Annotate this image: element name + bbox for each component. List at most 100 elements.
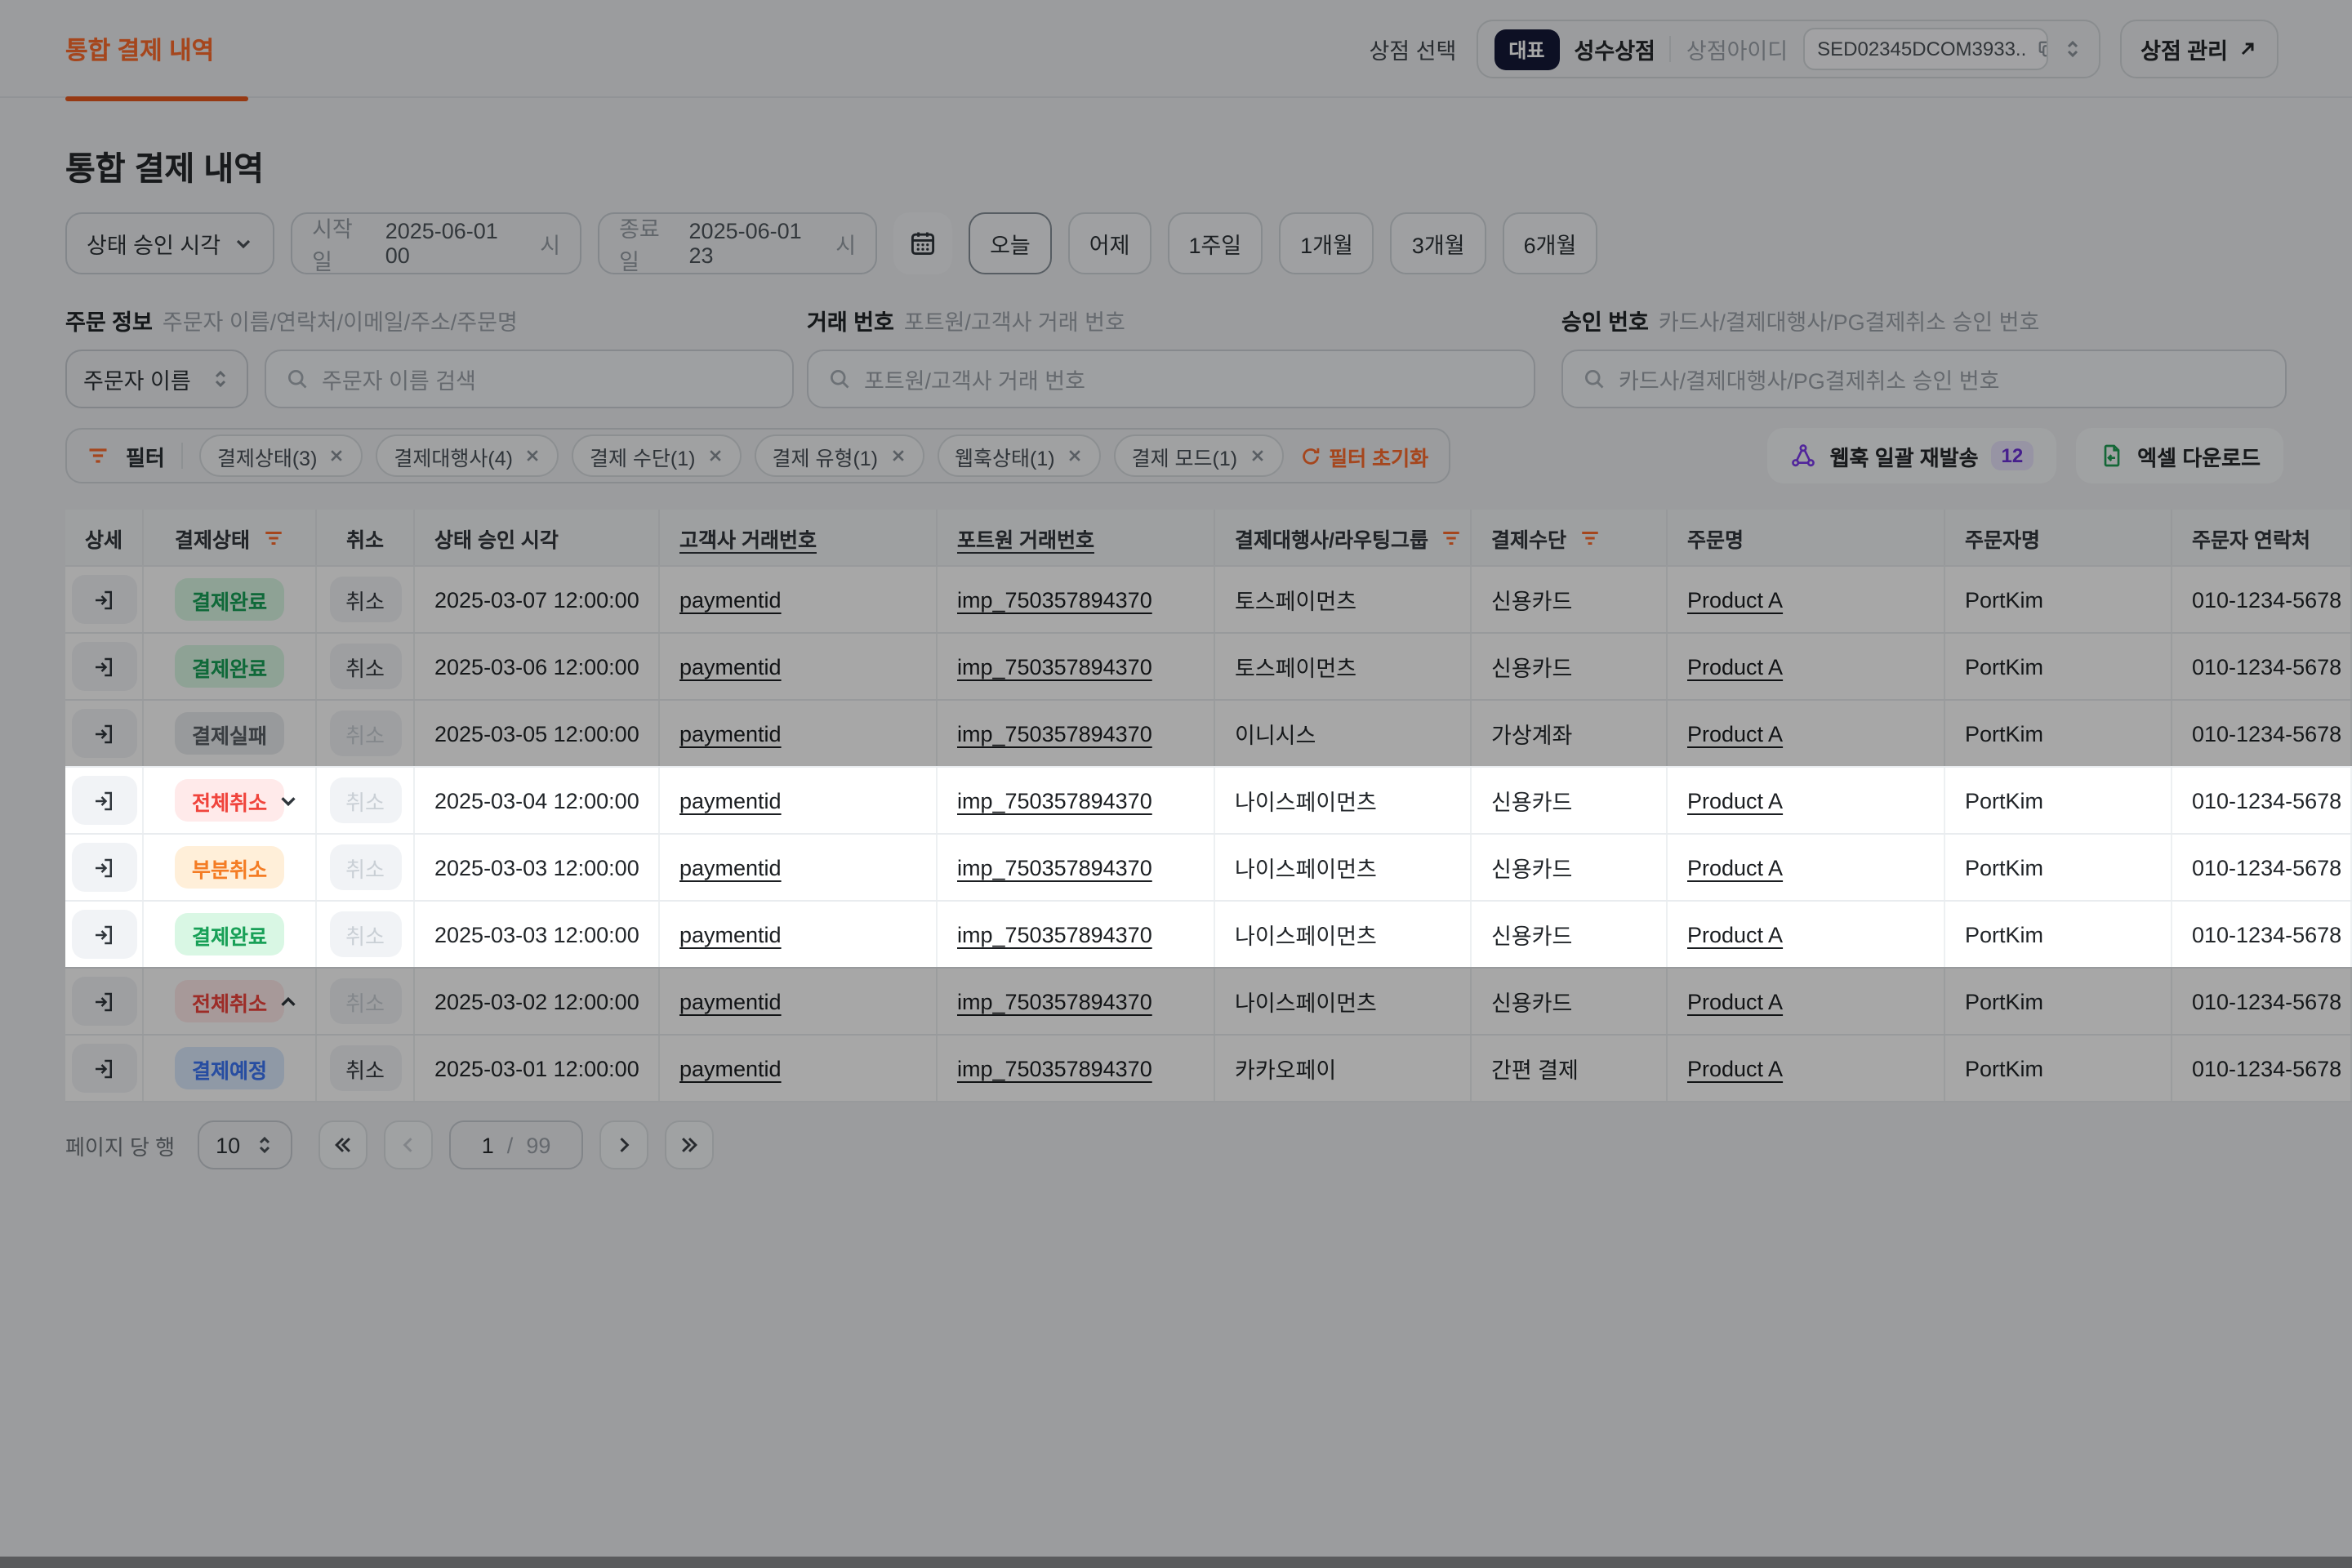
merchant-txn-link[interactable]: paymentid <box>679 587 782 612</box>
merchant-txn-link[interactable]: paymentid <box>679 1056 782 1080</box>
order-name-link[interactable]: Product A <box>1687 587 1783 612</box>
table-header-row: 상세 결제상태 취소 상태 승인 시각 고객사 거래번호 포트원 거래번호 결제… <box>65 510 2352 565</box>
chevron-down-icon[interactable] <box>278 790 299 811</box>
table-row: 전체취소 취소 2025-03-02 12:00:00 paymentid im… <box>65 967 2352 1034</box>
first-page-button[interactable] <box>318 1120 368 1169</box>
close-icon[interactable] <box>1067 448 1083 464</box>
detail-button[interactable] <box>71 776 136 825</box>
close-icon[interactable] <box>889 448 906 464</box>
quick-range-1week[interactable]: 1주일 <box>1167 212 1263 274</box>
merchant-txn-link[interactable]: paymentid <box>679 989 782 1013</box>
pay-method: 신용카드 <box>1491 918 1572 951</box>
detail-button[interactable] <box>71 843 136 892</box>
approval-number-section: 승인 번호카드사/결제대행사/PG결제취소 승인 번호 카드사/결제대행사/PG… <box>1561 304 2287 408</box>
close-icon[interactable] <box>707 448 724 464</box>
customer-phone: 010-1234-5678 <box>2192 989 2341 1013</box>
store-select-dropdown[interactable]: 대표 성수상점 상점아이디 SED02345DCOM3933.. <box>1476 20 2100 78</box>
portone-txn-link[interactable]: imp_750357894370 <box>957 1056 1152 1080</box>
order-name-link[interactable]: Product A <box>1687 788 1783 813</box>
calendar-button[interactable] <box>893 212 952 274</box>
order-name-link[interactable]: Product A <box>1687 721 1783 746</box>
quick-range-3months[interactable]: 3개월 <box>1391 212 1486 274</box>
detail-button[interactable] <box>71 575 136 624</box>
filter-lines-icon[interactable] <box>263 527 284 548</box>
cancel-button[interactable]: 취소 <box>329 1045 401 1091</box>
portone-txn-link[interactable]: imp_750357894370 <box>957 855 1152 880</box>
filter-lines-icon[interactable] <box>1441 527 1463 548</box>
col-pay-method[interactable]: 결제수단 <box>1472 510 1668 565</box>
cancel-button[interactable]: 취소 <box>329 577 401 622</box>
pg-provider: 카카오페이 <box>1235 1052 1336 1085</box>
detail-button[interactable] <box>71 977 136 1026</box>
filter-chip-label: 결제대행사(4) <box>394 440 513 471</box>
page-number-input[interactable]: 1 / 99 <box>449 1120 583 1169</box>
manage-store-button[interactable]: 상점 관리 <box>2119 20 2278 78</box>
portone-txn-link[interactable]: imp_750357894370 <box>957 587 1152 612</box>
chevron-up-icon[interactable] <box>278 991 299 1012</box>
filter-chip[interactable]: 결제상태(3) <box>199 434 363 477</box>
filter-bar: 필터 결제상태(3)결제대행사(4)결제 수단(1)결제 유형(1)웹훅상태(1… <box>65 428 1450 483</box>
portone-txn-link[interactable]: imp_750357894370 <box>957 654 1152 679</box>
merchant-txn-link[interactable]: paymentid <box>679 788 782 813</box>
merchant-txn-link[interactable]: paymentid <box>679 922 782 947</box>
status-badge: 결제완료 <box>176 578 283 621</box>
filter-chip[interactable]: 결제 유형(1) <box>755 434 924 477</box>
time-type-select[interactable]: 상태 승인 시각 <box>65 212 274 274</box>
quick-range-yesterday[interactable]: 어제 <box>1068 212 1152 274</box>
quick-range-1month[interactable]: 1개월 <box>1279 212 1374 274</box>
filter-chip[interactable]: 결제 모드(1) <box>1114 434 1284 477</box>
order-search-input[interactable]: 주문자 이름 검색 <box>265 350 794 408</box>
merchant-txn-link[interactable]: paymentid <box>679 654 782 679</box>
close-icon[interactable] <box>1249 448 1265 464</box>
store-id-value-box[interactable]: SED02345DCOM3933.. <box>1802 28 2047 70</box>
order-name-link[interactable]: Product A <box>1687 989 1783 1013</box>
order-name-link[interactable]: Product A <box>1687 855 1783 880</box>
order-name-link[interactable]: Product A <box>1687 654 1783 679</box>
start-date-input[interactable]: 시작일 2025-06-01 00 시 <box>291 212 581 274</box>
portone-txn-link[interactable]: imp_750357894370 <box>957 922 1152 947</box>
prev-page-button[interactable] <box>384 1120 433 1169</box>
tab-integrated-payments[interactable]: 통합 결제 내역 <box>65 0 214 98</box>
filter-chip[interactable]: 결제대행사(4) <box>376 434 559 477</box>
end-date-input[interactable]: 종료일 2025-06-01 23 시 <box>598 212 877 274</box>
cancel-button: 취소 <box>329 978 401 1024</box>
filter-chip[interactable]: 웹훅상태(1) <box>937 434 1101 477</box>
cancel-button: 취소 <box>329 844 401 890</box>
detail-button[interactable] <box>71 910 136 959</box>
detail-button[interactable] <box>71 709 136 758</box>
col-pg-provider[interactable]: 결제대행사/라우팅그룹 <box>1215 510 1472 565</box>
portone-txn-link[interactable]: imp_750357894370 <box>957 989 1152 1013</box>
merchant-txn-link[interactable]: paymentid <box>679 855 782 880</box>
current-page: 1 <box>482 1133 494 1157</box>
page-size-select[interactable]: 10 <box>198 1120 292 1169</box>
rows-per-page-label: 페이지 당 행 <box>65 1129 175 1160</box>
merchant-txn-link[interactable]: paymentid <box>679 721 782 746</box>
quick-range-6months[interactable]: 6개월 <box>1503 212 1598 274</box>
col-portone-txn[interactable]: 포트원 거래번호 <box>938 510 1215 565</box>
portone-txn-link[interactable]: imp_750357894370 <box>957 721 1152 746</box>
col-status[interactable]: 결제상태 <box>144 510 317 565</box>
copy-icon[interactable] <box>2036 39 2047 59</box>
next-page-button[interactable] <box>599 1120 648 1169</box>
detail-button[interactable] <box>71 1044 136 1093</box>
excel-download-button[interactable]: 엑셀 다운로드 <box>2075 428 2283 483</box>
order-name-link[interactable]: Product A <box>1687 922 1783 947</box>
order-name-link[interactable]: Product A <box>1687 1056 1783 1080</box>
order-search-type-select[interactable]: 주문자 이름 <box>65 350 248 408</box>
col-approved-time: 상태 승인 시각 <box>415 510 660 565</box>
close-icon[interactable] <box>524 448 541 464</box>
filter-chip[interactable]: 결제 수단(1) <box>572 434 742 477</box>
approval-search-placeholder: 카드사/결제대행사/PG결제취소 승인 번호 <box>1619 363 1999 395</box>
filter-reset-button[interactable]: 필터 초기화 <box>1299 440 1428 471</box>
last-page-button[interactable] <box>665 1120 714 1169</box>
close-icon[interactable] <box>328 448 345 464</box>
portone-txn-link[interactable]: imp_750357894370 <box>957 788 1152 813</box>
filter-lines-icon[interactable] <box>1579 527 1601 548</box>
approval-search-input[interactable]: 카드사/결제대행사/PG결제취소 승인 번호 <box>1561 350 2287 408</box>
cancel-button[interactable]: 취소 <box>329 644 401 689</box>
txn-search-input[interactable]: 포트원/고객사 거래 번호 <box>807 350 1535 408</box>
webhook-resend-button[interactable]: 웹훅 일괄 재발송 12 <box>1768 428 2056 483</box>
col-merchant-txn[interactable]: 고객사 거래번호 <box>660 510 938 565</box>
quick-range-today[interactable]: 오늘 <box>969 212 1052 274</box>
detail-button[interactable] <box>71 642 136 691</box>
